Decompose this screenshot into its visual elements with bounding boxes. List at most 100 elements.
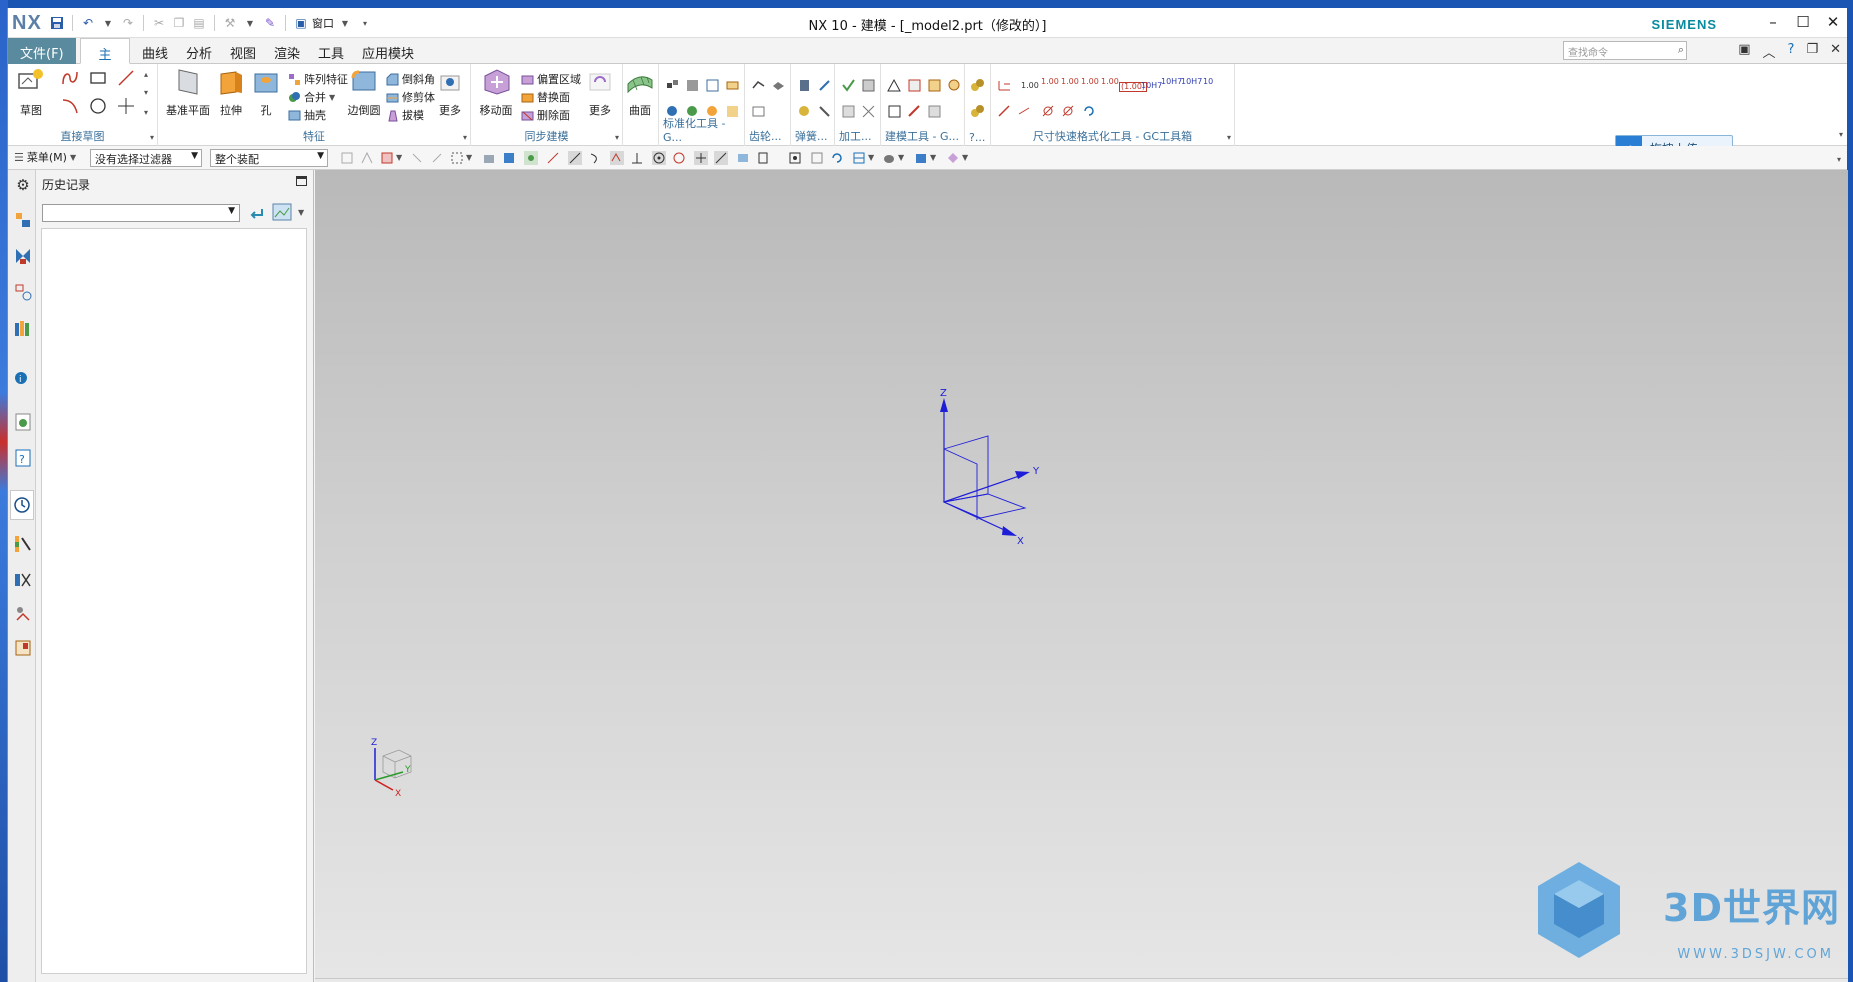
perpendicular-icon[interactable] [630,151,644,165]
command-search-input[interactable]: 查找命令 ⌕ [1563,41,1687,60]
gear-tool-3-icon[interactable] [751,104,766,119]
group-options-icon[interactable]: ▾ [1227,133,1231,142]
datum-csys[interactable]: Z Y X [915,384,1055,554]
ribbon-overflow-icon[interactable]: ▾ [1839,130,1843,139]
feature-more-button[interactable]: 更多 [434,66,466,118]
point-icon[interactable] [116,96,136,116]
trim-body-button[interactable]: 修剪体 [386,88,435,106]
part-navigator-icon[interactable] [13,210,33,230]
arc-center-icon[interactable] [652,151,666,165]
tab-application[interactable]: 应用模块 [350,38,426,64]
dimension-tool-3-icon[interactable] [1017,104,1032,119]
curve-point-icon[interactable] [588,151,602,165]
dimension-tool-1-icon[interactable] [997,78,1012,93]
menu-button[interactable]: ☰ 菜单(M) ▼ [14,149,76,165]
collapse-ribbon-icon[interactable]: ︿ [1763,42,1776,61]
dim-label-8[interactable]: 10H7 [1161,78,1182,86]
system-scene-icon[interactable] [13,604,33,624]
unite-button[interactable]: 合并 ▼ [288,88,335,106]
undo-format-icon[interactable] [1081,104,1096,119]
group-options-icon[interactable]: ▾ [615,133,619,142]
machining-tool-3-icon[interactable] [841,104,856,119]
circle-icon[interactable] [88,96,108,116]
diameter-icon[interactable] [1041,104,1056,119]
extrude-button[interactable]: 拉伸 [210,66,252,118]
sheet-body-icon[interactable] [502,151,516,165]
hd3d-tools-icon[interactable]: i [13,366,33,386]
sketch-scroll-up-icon[interactable]: ▴ [144,70,148,79]
solid-body-icon[interactable] [482,151,496,165]
maximize-panel-icon[interactable] [296,176,307,186]
modeling-tool-7-icon[interactable] [927,104,942,119]
dropdown-icon[interactable]: ▼ [396,153,402,162]
rotate-icon[interactable] [830,151,844,165]
draft-button[interactable]: 拔模 [386,106,424,124]
dim-label-2[interactable]: 1.00 [1041,78,1059,86]
gc-standard-tool-2-icon[interactable] [685,78,700,93]
endpoint-icon[interactable] [546,151,560,165]
roles-icon[interactable] [13,570,33,590]
group-options-icon[interactable]: ▾ [150,133,154,142]
type-filter-select[interactable]: 没有选择过滤器 ▼ [90,149,202,167]
shaded-view-icon[interactable] [914,151,928,165]
surface-button[interactable]: 曲面 [623,66,657,118]
select-all-icon[interactable] [380,151,394,165]
selection-scope-select[interactable]: 整个装配 ▼ [210,149,328,167]
midpoint-icon[interactable] [568,151,582,165]
delete-face-button[interactable]: 删除面 [521,106,570,124]
line-icon[interactable] [116,68,136,88]
dim-label-4[interactable]: 1.00 [1081,78,1099,86]
intersection-icon[interactable] [610,151,624,165]
minimize-icon[interactable]: – [1763,13,1783,31]
toolbar-overflow-icon[interactable]: ▾ [1837,155,1841,164]
modeling-tool-6-icon[interactable] [907,104,922,119]
web-browser-icon[interactable] [13,412,33,432]
select-icon-1[interactable] [410,151,424,165]
sketch-scroll-down-icon[interactable]: ▾ [144,88,148,97]
datum-plane-button[interactable]: 基准平面 [166,66,210,118]
gc-standard-tool-3-icon[interactable] [705,78,720,93]
history-list[interactable] [41,228,307,974]
sketch-button[interactable]: 草图 [10,66,52,118]
zoom-icon[interactable] [810,151,824,165]
help-resource-icon[interactable]: ? [13,448,33,468]
drawing-resource-icon[interactable] [13,638,33,658]
gear-tool-1-icon[interactable] [751,78,766,93]
edit-section-icon[interactable] [946,151,960,165]
tab-render[interactable]: 渲染 [262,38,312,64]
tab-home[interactable]: 主页 [80,38,130,82]
spring-tool-4-icon[interactable] [817,104,832,119]
orient-view-icon[interactable] [852,151,866,165]
sketch-gallery-expand-icon[interactable]: ▾ [144,108,148,117]
arc-icon[interactable] [60,96,80,116]
gc-standard-tool-4-icon[interactable] [725,78,740,93]
machining-tool-2-icon[interactable] [861,78,876,93]
gear-tool-2-icon[interactable] [771,78,786,93]
reuse-library-icon[interactable] [13,318,33,338]
snap-point-icon[interactable] [524,151,538,165]
render-style-icon[interactable] [882,151,896,165]
dropdown-icon[interactable]: ▼ [298,208,304,217]
unite-dropdown-icon[interactable]: ▼ [329,93,335,102]
graphics-window[interactable]: Z Y X Z Y X 3D世界网 WWW.3DSJW.COM [315,170,1848,982]
triangle-icon[interactable] [887,78,902,93]
close-part-icon[interactable]: ✕ [1830,42,1841,61]
pattern-feature-button[interactable]: 阵列特征 [288,70,348,88]
search-icon[interactable]: ⌕ [1678,43,1684,57]
select-icon-2[interactable] [430,151,444,165]
modeling-tool-5-icon[interactable] [887,104,902,119]
point-on-face-icon[interactable] [736,151,750,165]
settings-icon[interactable]: ⚙ [13,176,33,196]
constraint-navigator-icon[interactable] [13,282,33,302]
shell-button[interactable]: 抽壳 [288,106,326,124]
modeling-tool-3-icon[interactable] [927,78,942,93]
point-on-curve-icon[interactable] [714,151,728,165]
dim-label-3[interactable]: 1.00 [1061,78,1079,86]
tab-view[interactable]: 视图 [218,38,268,64]
dropdown-icon[interactable]: ▼ [930,153,936,162]
restore-icon[interactable] [248,204,266,222]
tab-file[interactable]: 文件(F) [8,38,76,64]
dropdown-icon[interactable]: ▼ [962,153,968,162]
maximize-icon[interactable]: ☐ [1793,13,1813,31]
short-tool-2-icon[interactable] [970,104,985,119]
